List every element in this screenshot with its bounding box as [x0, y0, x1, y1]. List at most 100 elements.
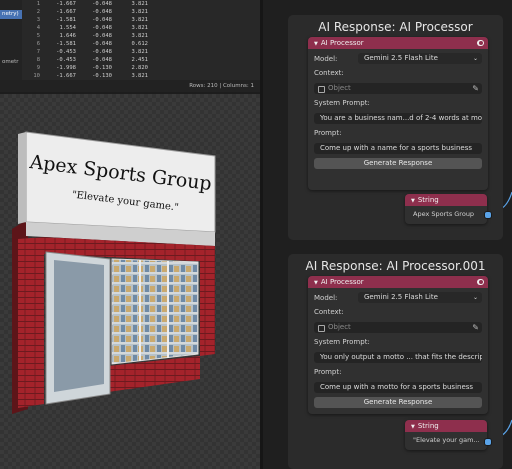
row-index: 7 [36, 49, 40, 55]
table-cell: -0.048 [92, 25, 112, 31]
ai-processor-node[interactable]: ▼ AI Processor Model: Gemini 2.5 Flash Li… [308, 276, 488, 414]
spreadsheet-status: Rows: 210 | Columns: 1 [0, 80, 260, 92]
table-cell: -0.048 [92, 49, 112, 55]
model-dropdown[interactable]: Gemini 2.5 Flash Lite ⌄ [358, 53, 482, 64]
table-row: 1 -1.667 -0.048 3.821 [24, 0, 260, 8]
table-cell: 1.554 [59, 25, 76, 31]
chevron-down-icon[interactable]: ▼ [314, 41, 318, 47]
output-socket[interactable] [484, 438, 492, 446]
table-cell: 3.821 [131, 9, 148, 15]
chevron-down-icon[interactable]: ▼ [314, 280, 318, 286]
object-icon [318, 86, 325, 93]
node-header[interactable]: ▼ String [405, 420, 487, 432]
string-value: Apex Sports Group [413, 210, 475, 218]
string-node[interactable]: ▼ String "Elevate your gam... [405, 420, 487, 450]
row-index: 1 [36, 1, 40, 7]
context-label: Context: [314, 308, 344, 316]
table-row: 8 -0.453 -0.048 2.451 [24, 56, 260, 64]
table-cell: -0.048 [92, 9, 112, 15]
row-index: 9 [36, 65, 40, 71]
table-cell: -0.048 [92, 33, 112, 39]
row-index: 4 [36, 25, 40, 31]
table-cell: -1.998 [56, 65, 76, 71]
context-object-field[interactable]: Object ✎ [314, 322, 482, 333]
table-cell: 2.820 [131, 65, 148, 71]
table-row: 5 1.646 -0.048 3.821 [24, 32, 260, 40]
table-cell: -0.130 [92, 65, 112, 71]
model-label: Model: [314, 294, 338, 302]
table-row: 3 -1.581 -0.048 3.821 [24, 16, 260, 24]
table-cell: 3.821 [131, 73, 148, 79]
sidebar-item-geometry[interactable]: netry) [0, 10, 22, 19]
context-label: Context: [314, 69, 344, 77]
row-index: 6 [36, 41, 40, 47]
string-node[interactable]: ▼ String Apex Sports Group [405, 194, 487, 224]
table-cell: 3.821 [131, 49, 148, 55]
table-cell: -0.048 [92, 41, 112, 47]
output-socket[interactable] [484, 211, 492, 219]
node-header[interactable]: ▼ AI Processor [308, 276, 488, 288]
node-header[interactable]: ▼ String [405, 194, 487, 206]
context-object-field[interactable]: Object ✎ [314, 83, 482, 94]
chevron-down-icon[interactable]: ▼ [411, 198, 415, 204]
table-cell: -1.581 [56, 17, 76, 23]
table-row: 10 -1.667 -0.130 3.821 [24, 72, 260, 80]
frame-ai-response-1[interactable]: AI Response: AI Processor ▼ AI Processor … [288, 15, 503, 240]
prompt-field[interactable]: Come up with a motto for a sports busine… [314, 382, 482, 393]
object-icon [318, 325, 325, 332]
storefront-render: Apex Sports Group "Elevate your game." [0, 94, 260, 469]
table-cell: -1.581 [56, 41, 76, 47]
table-cell: -1.667 [56, 73, 76, 79]
prompt-label: Prompt: [314, 368, 342, 376]
chevron-down-icon: ⌄ [472, 55, 478, 62]
system-prompt-label: System Prompt: [314, 99, 370, 107]
3d-viewport[interactable]: Apex Sports Group "Elevate your game." [0, 94, 260, 469]
frame-ai-response-2[interactable]: AI Response: AI Processor.001 ▼ AI Proces… [288, 254, 503, 469]
table-cell: -0.048 [92, 17, 112, 23]
toggle-icon[interactable] [477, 279, 484, 285]
spreadsheet-sidebar: netry) ometr [0, 0, 22, 80]
node-editor[interactable]: AI Response: AI Processor ▼ AI Processor … [263, 0, 512, 469]
table-cell: -1.667 [56, 1, 76, 7]
node-header[interactable]: ▼ AI Processor [308, 37, 488, 49]
table-row: 7 -0.453 -0.048 3.821 [24, 48, 260, 56]
system-prompt-field[interactable]: You only output a motto ... that fits th… [314, 352, 482, 363]
system-prompt-label: System Prompt: [314, 338, 370, 346]
prompt-field[interactable]: Come up with a name for a sports busines… [314, 143, 482, 154]
model-label: Model: [314, 55, 338, 63]
frame-title: AI Response: AI Processor [318, 20, 473, 34]
table-cell: -0.130 [92, 73, 112, 79]
eyedropper-icon[interactable]: ✎ [472, 83, 479, 94]
table-row: 9 -1.998 -0.130 2.820 [24, 64, 260, 72]
ai-processor-node[interactable]: ▼ AI Processor Model: Gemini 2.5 Flash Li… [308, 37, 488, 190]
toggle-icon[interactable] [477, 40, 484, 46]
table-cell: 3.821 [131, 1, 148, 7]
table-cell: 3.821 [131, 33, 148, 39]
eyedropper-icon[interactable]: ✎ [472, 322, 479, 333]
table-cell: 3.821 [131, 25, 148, 31]
chevron-down-icon[interactable]: ▼ [411, 424, 415, 430]
table-row: 6 -1.581 -0.048 0.612 [24, 40, 260, 48]
system-prompt-field[interactable]: You are a business nam...d of 2-4 words … [314, 113, 482, 124]
model-dropdown[interactable]: Gemini 2.5 Flash Lite ⌄ [358, 292, 482, 303]
table-cell: -1.667 [56, 9, 76, 15]
chevron-down-icon: ⌄ [472, 294, 478, 301]
table-cell: 1.646 [59, 33, 76, 39]
sidebar-item-geometry-2[interactable]: ometr [0, 58, 22, 67]
string-value: "Elevate your gam... [413, 436, 480, 444]
table-cell: 2.451 [131, 57, 148, 63]
row-index: 8 [36, 57, 40, 63]
generate-response-button[interactable]: Generate Response [314, 397, 482, 408]
table-cell: -0.453 [56, 49, 76, 55]
row-index: 5 [36, 33, 40, 39]
row-index: 10 [33, 73, 40, 79]
table-cell: -0.048 [92, 57, 112, 63]
table-row: 2 -1.667 -0.048 3.821 [24, 8, 260, 16]
table-cell: 3.821 [131, 17, 148, 23]
row-index: 2 [36, 9, 40, 15]
generate-response-button[interactable]: Generate Response [314, 158, 482, 169]
row-index: 3 [36, 17, 40, 23]
table-cell: -0.048 [92, 1, 112, 7]
table-cell: 0.612 [131, 41, 148, 47]
table-row: 4 1.554 -0.048 3.821 [24, 24, 260, 32]
